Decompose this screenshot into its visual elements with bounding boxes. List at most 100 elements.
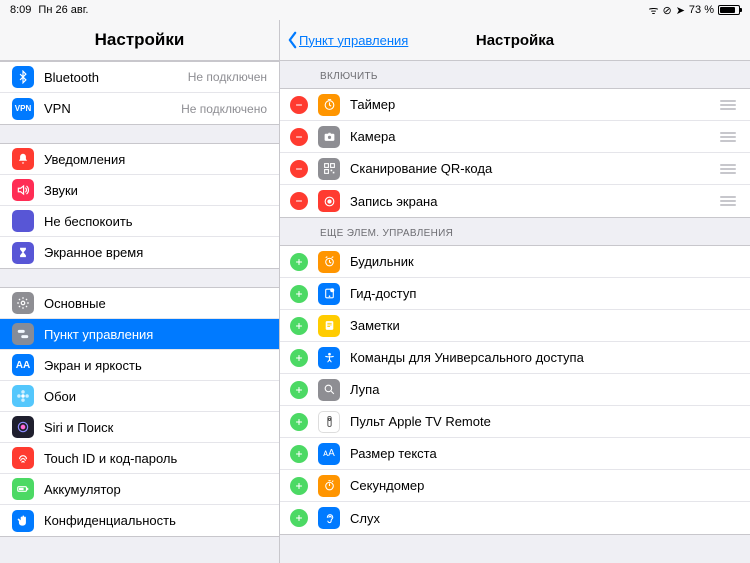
- qr-icon: [318, 158, 340, 180]
- hourglass-icon: [12, 242, 34, 264]
- add-button[interactable]: [290, 477, 308, 495]
- add-button[interactable]: [290, 509, 308, 527]
- sidebar-item-label: Основные: [44, 296, 267, 311]
- control-item-label: Слух: [350, 511, 738, 526]
- sidebar-item-bluetooth[interactable]: BluetoothНе подключен: [0, 62, 279, 93]
- sidebar-item-moon[interactable]: Не беспокоить: [0, 206, 279, 237]
- magnifier-icon: [318, 379, 340, 401]
- ear-icon: [318, 507, 340, 529]
- sidebar-item-label: Аккумулятор: [44, 482, 267, 497]
- control-item-record[interactable]: Запись экрана: [280, 185, 750, 217]
- remove-button[interactable]: [290, 128, 308, 146]
- add-button[interactable]: [290, 253, 308, 271]
- fingerprint-icon: [12, 447, 34, 469]
- sidebar-item-label: Siri и Поиск: [44, 420, 267, 435]
- sidebar-item-hand[interactable]: Конфиденциальность: [0, 505, 279, 536]
- control-item-label: Заметки: [350, 318, 738, 333]
- control-item-remote[interactable]: Пульт Apple TV Remote: [280, 406, 750, 438]
- add-button[interactable]: [290, 413, 308, 431]
- add-button[interactable]: [290, 285, 308, 303]
- sidebar-item-label: Обои: [44, 389, 267, 404]
- gear-icon: [12, 292, 34, 314]
- textsize-icon: ᴀA: [318, 443, 340, 465]
- section-header-more: Еще элем. управления: [280, 218, 750, 245]
- sidebar-item-label: Звуки: [44, 183, 267, 198]
- sidebar-item-label: Экран и яркость: [44, 358, 267, 373]
- control-item-guide[interactable]: Гид-доступ: [280, 278, 750, 310]
- sidebar-item-siri[interactable]: Siri и Поиск: [0, 412, 279, 443]
- sidebar: Настройки BluetoothНе подключен VPN VPN Не …: [0, 20, 280, 563]
- back-label: Пункт управления: [299, 33, 408, 48]
- access-icon: [318, 347, 340, 369]
- control-item-label: Сканирование QR-кода: [350, 161, 718, 176]
- drag-handle[interactable]: [718, 100, 738, 110]
- switches-icon: [12, 323, 34, 345]
- sidebar-title: Настройки: [0, 20, 279, 61]
- sidebar-item-vpn[interactable]: VPNVPNНе подключено: [0, 93, 279, 124]
- flower-icon: [12, 385, 34, 407]
- control-item-magnifier[interactable]: Лупа: [280, 374, 750, 406]
- sidebar-item-switches[interactable]: Пункт управления: [0, 319, 279, 350]
- remote-icon: [318, 411, 340, 433]
- sidebar-item-gear[interactable]: Основные: [0, 288, 279, 319]
- bluetooth-icon: [12, 66, 34, 88]
- battery-icon: [718, 5, 740, 15]
- section-header-include: Включить: [280, 61, 750, 88]
- statusbar-right: ᯤ ⊘ ➤ 73 %: [648, 3, 740, 18]
- sidebar-item-label: Конфиденциальность: [44, 513, 267, 528]
- control-item-access[interactable]: Команды для Универсального доступа: [280, 342, 750, 374]
- orientation-lock-icon: ⊘: [662, 4, 671, 17]
- sidebar-item-fingerprint[interactable]: Touch ID и код-пароль: [0, 443, 279, 474]
- add-button[interactable]: [290, 349, 308, 367]
- control-item-label: Камера: [350, 129, 718, 144]
- statusbar-time: 8:09: [10, 4, 31, 16]
- brightness-icon: AA: [12, 354, 34, 376]
- control-item-timer[interactable]: Таймер: [280, 89, 750, 121]
- remove-button[interactable]: [290, 192, 308, 210]
- sidebar-item-speaker[interactable]: Звуки: [0, 175, 279, 206]
- drag-handle[interactable]: [718, 164, 738, 174]
- sidebar-item-flower[interactable]: Обои: [0, 381, 279, 412]
- battery-icon: [12, 478, 34, 500]
- add-button[interactable]: [290, 445, 308, 463]
- wifi-icon: ᯤ: [648, 3, 658, 18]
- add-button[interactable]: [290, 317, 308, 335]
- sidebar-item-brightness[interactable]: AA Экран и яркость: [0, 350, 279, 381]
- control-item-alarm[interactable]: Будильник: [280, 246, 750, 278]
- sidebar-item-battery[interactable]: Аккумулятор: [0, 474, 279, 505]
- control-item-stopwatch[interactable]: Секундомер: [280, 470, 750, 502]
- control-item-label: Гид-доступ: [350, 286, 738, 301]
- moon-icon: [12, 210, 34, 232]
- control-item-qr[interactable]: Сканирование QR-кода: [280, 153, 750, 185]
- stopwatch-icon: [318, 475, 340, 497]
- control-item-note[interactable]: Заметки: [280, 310, 750, 342]
- siri-icon: [12, 416, 34, 438]
- control-item-label: Запись экрана: [350, 194, 718, 209]
- sidebar-item-label: VPN: [44, 101, 181, 116]
- drag-handle[interactable]: [718, 132, 738, 142]
- control-item-label: Таймер: [350, 97, 718, 112]
- control-item-ear[interactable]: Слух: [280, 502, 750, 534]
- sidebar-item-bell[interactable]: Уведомления: [0, 144, 279, 175]
- detail-title: Настройка: [476, 32, 554, 49]
- sidebar-item-hourglass[interactable]: Экранное время: [0, 237, 279, 268]
- control-item-textsize[interactable]: ᴀAРазмер текста: [280, 438, 750, 470]
- sidebar-item-label: Пункт управления: [44, 327, 267, 342]
- timer-icon: [318, 94, 340, 116]
- chevron-left-icon: [286, 31, 299, 49]
- control-item-label: Будильник: [350, 254, 738, 269]
- remove-button[interactable]: [290, 96, 308, 114]
- speaker-icon: [12, 179, 34, 201]
- note-icon: [318, 315, 340, 337]
- sidebar-item-label: Не беспокоить: [44, 214, 267, 229]
- battery-percent: 73 %: [689, 4, 714, 16]
- back-button[interactable]: Пункт управления: [286, 31, 408, 49]
- remove-button[interactable]: [290, 160, 308, 178]
- vpn-icon: VPN: [12, 98, 34, 120]
- add-button[interactable]: [290, 381, 308, 399]
- drag-handle[interactable]: [718, 196, 738, 206]
- detail-pane: Пункт управления Настройка Включить Тайм…: [280, 20, 750, 563]
- control-item-camera[interactable]: Камера: [280, 121, 750, 153]
- alarm-icon: [318, 251, 340, 273]
- sidebar-item-label: Bluetooth: [44, 70, 188, 85]
